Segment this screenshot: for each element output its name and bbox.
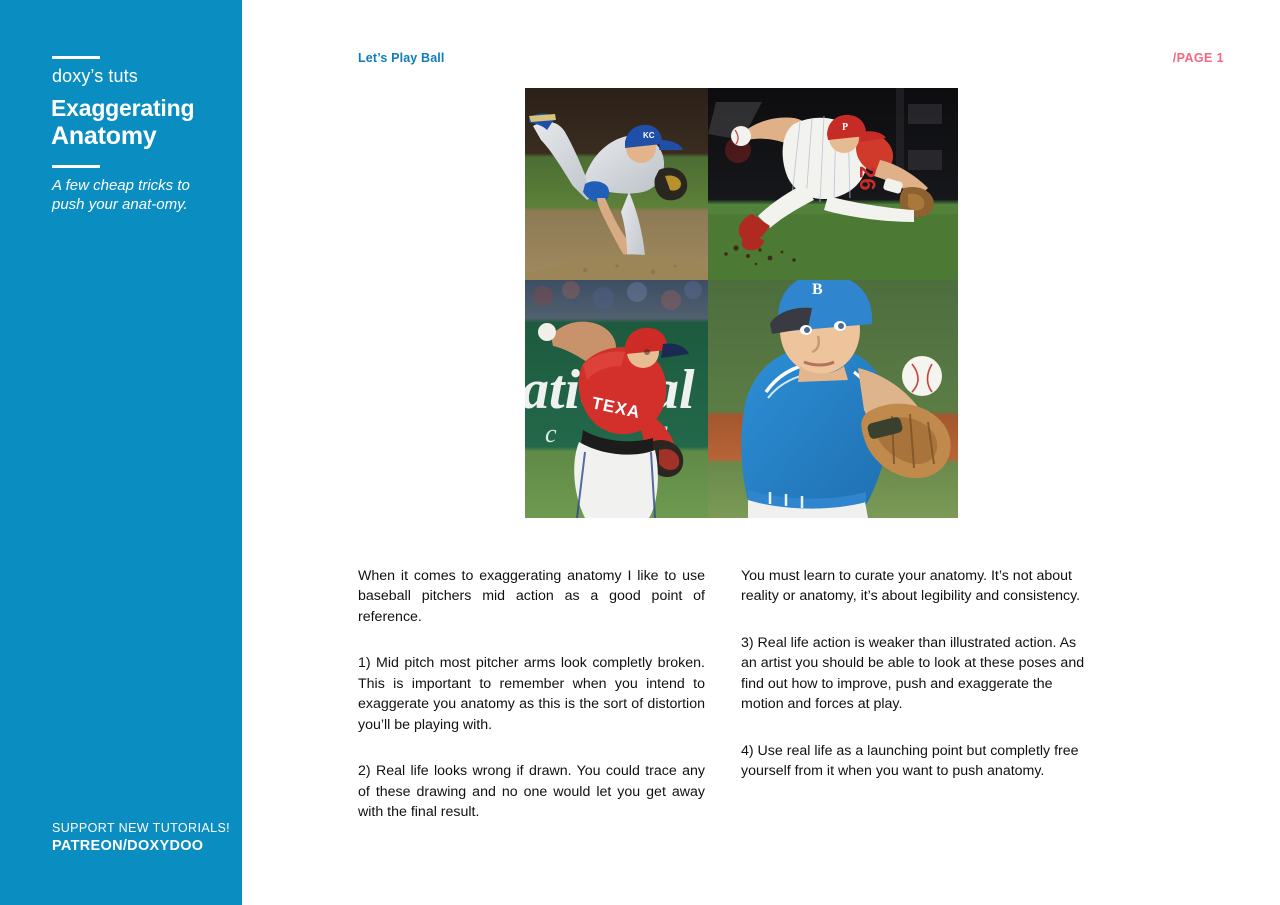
photo-pitcher-texas-rangers: atio al c al TEXA — [525, 280, 708, 518]
photo-illustration-phillies: P 26 — [708, 88, 958, 280]
paragraph-point-1: 1) Mid pitch most pitcher arms look comp… — [358, 655, 705, 733]
sidebar: doxy’s tuts Exaggerating Anatomy A few c… — [0, 0, 242, 905]
support-callout[interactable]: SUPPORT NEW TUTORIALS! PATREON/DOXYDOO — [52, 821, 230, 855]
support-callout-line-2: PATREON/DOXYDOO — [52, 837, 204, 854]
paragraph-intro-left: When it comes to exaggerating anatomy I … — [358, 568, 705, 625]
paragraph-point-3: 3) Real life action is weaker than illus… — [741, 634, 1085, 713]
paragraph-point-4: 4) Use real life as a launching point bu… — [741, 742, 1079, 780]
svg-text:KC: KC — [643, 131, 655, 140]
photo-grid: KC P 26 atio al c TEXA B — [525, 88, 958, 518]
brand-kicker: doxy’s tuts — [52, 66, 138, 86]
svg-text:26: 26 — [855, 166, 880, 190]
page-title: Exaggerating Anatomy — [51, 95, 195, 150]
photo-infielder-philadelphia-phillies: P 26 — [708, 88, 958, 280]
paragraph-intro-right: You must learn to curate your anatomy. I… — [741, 568, 1081, 605]
page-title-line-1: Exaggerating — [51, 95, 195, 121]
svg-text:B: B — [812, 281, 823, 298]
header-page-number: /PAGE 1 — [1172, 51, 1224, 65]
photo-illustration-royals: KC — [525, 88, 708, 280]
page-title-line-2: Anatomy — [51, 121, 157, 150]
document-header: Let’s Play Ball /PAGE 1 — [358, 51, 1280, 69]
page-subtitle: A few cheap tricks to push your anat-omy… — [52, 177, 190, 214]
svg-text:c: c — [545, 419, 557, 448]
photo-pitcher-youth-blue-jersey: B — [708, 280, 958, 518]
photo-illustration-youth-pitcher: B — [708, 280, 958, 518]
body-column-right: You must learn to curate your anatomy. I… — [741, 566, 1088, 822]
photo-illustration-rangers: atio al c al TEXA — [525, 280, 708, 518]
paragraph-point-2: 2) Real life looks wrong if drawn. You c… — [358, 763, 705, 820]
body-column-left: When it comes to exaggerating anatomy I … — [358, 566, 705, 822]
svg-text:P: P — [842, 122, 848, 133]
body-columns: When it comes to exaggerating anatomy I … — [358, 566, 1108, 822]
header-section-title: Let’s Play Ball — [358, 51, 445, 65]
photo-pitcher-kansas-city-royals: KC — [525, 88, 708, 280]
support-callout-line-1: SUPPORT NEW TUTORIALS! — [52, 821, 231, 836]
sidebar-rule-top — [52, 56, 100, 59]
sidebar-rule-middle — [52, 165, 100, 168]
